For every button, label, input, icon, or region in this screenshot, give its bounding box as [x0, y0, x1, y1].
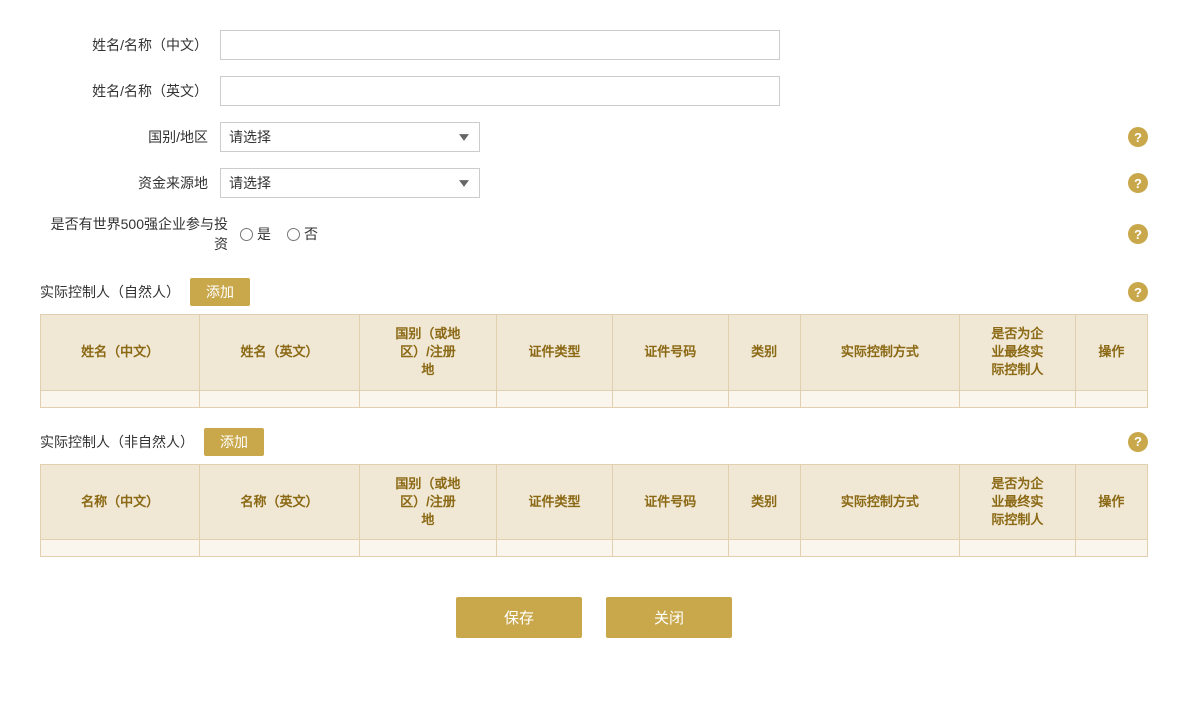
- natural-person-help-icon[interactable]: ?: [1128, 282, 1148, 302]
- natural-person-add-button[interactable]: 添加: [190, 278, 250, 306]
- natural-person-table-header-row: 姓名（中文） 姓名（英文） 国别（或地区）/注册地 证件类型 证件号码 类别 实…: [41, 315, 1148, 391]
- nnp-col-name-en: 名称（英文）: [200, 464, 359, 540]
- funds-row: 资金来源地 请选择 ?: [40, 168, 1148, 198]
- name-cn-input[interactable]: [220, 30, 780, 60]
- nnp-col-is-ultimate: 是否为企业最终实际控制人: [960, 464, 1076, 540]
- nnp-col-cert-type: 证件类型: [497, 464, 613, 540]
- non-natural-person-title: 实际控制人（非自然人）: [40, 432, 194, 452]
- world500-content: 是否有世界500强企业参与投资 是 否: [40, 214, 318, 254]
- nnp-col-cert-no: 证件号码: [612, 464, 728, 540]
- np-empty-4: [497, 390, 613, 407]
- name-en-content: 姓名/名称（英文）: [40, 76, 780, 106]
- nnp-col-category: 类别: [728, 464, 800, 540]
- np-empty-1: [41, 390, 200, 407]
- main-form: 姓名/名称（中文） 姓名/名称（英文） 国别/地区 请选择 ? 资金来源地 请选…: [40, 30, 1148, 254]
- np-col-country: 国别（或地区）/注册地: [359, 315, 497, 391]
- funds-help-icon[interactable]: ?: [1128, 173, 1148, 193]
- name-en-input[interactable]: [220, 76, 780, 106]
- non-natural-person-table: 名称（中文） 名称（英文） 国别（或地区）/注册地 证件类型 证件号码 类别 实…: [40, 464, 1148, 558]
- nnp-empty-4: [497, 540, 613, 557]
- non-natural-person-header: 实际控制人（非自然人） 添加 ?: [40, 428, 1148, 456]
- country-select[interactable]: 请选择: [220, 122, 480, 152]
- nnp-empty-1: [41, 540, 200, 557]
- nnp-col-country: 国别（或地区）/注册地: [359, 464, 497, 540]
- close-button[interactable]: 关闭: [606, 597, 732, 638]
- world500-radio-group: 是 否: [240, 224, 318, 244]
- natural-person-header-left: 实际控制人（自然人） 添加: [40, 278, 250, 306]
- natural-person-header: 实际控制人（自然人） 添加 ?: [40, 278, 1148, 306]
- name-cn-content: 姓名/名称（中文）: [40, 30, 780, 60]
- nnp-empty-7: [800, 540, 959, 557]
- world500-yes-label: 是: [257, 224, 271, 244]
- np-col-cert-type: 证件类型: [497, 315, 613, 391]
- world500-no-radio-label[interactable]: 否: [287, 224, 318, 244]
- np-empty-5: [612, 390, 728, 407]
- world500-yes-radio-label[interactable]: 是: [240, 224, 271, 244]
- nnp-col-control-method: 实际控制方式: [800, 464, 959, 540]
- np-col-name-cn: 姓名（中文）: [41, 315, 200, 391]
- nnp-empty-6: [728, 540, 800, 557]
- world500-no-radio[interactable]: [287, 228, 300, 241]
- np-col-is-ultimate: 是否为企业最终实际控制人: [960, 315, 1076, 391]
- funds-content: 资金来源地 请选择: [40, 168, 480, 198]
- non-natural-person-section: 实际控制人（非自然人） 添加 ? 名称（中文） 名称（英文） 国别（或地区）/注…: [40, 428, 1148, 558]
- world500-label: 是否有世界500强企业参与投资: [40, 214, 240, 254]
- non-natural-person-header-left: 实际控制人（非自然人） 添加: [40, 428, 264, 456]
- world500-row: 是否有世界500强企业参与投资 是 否 ?: [40, 214, 1148, 254]
- np-empty-9: [1075, 390, 1147, 407]
- nnp-col-name-cn: 名称（中文）: [41, 464, 200, 540]
- world500-no-label: 否: [304, 224, 318, 244]
- name-cn-row: 姓名/名称（中文）: [40, 30, 1148, 60]
- np-empty-7: [800, 390, 959, 407]
- save-button[interactable]: 保存: [456, 597, 582, 638]
- np-col-cert-no: 证件号码: [612, 315, 728, 391]
- name-cn-label: 姓名/名称（中文）: [40, 35, 220, 55]
- np-empty-8: [960, 390, 1076, 407]
- np-empty-2: [200, 390, 359, 407]
- world500-yes-radio[interactable]: [240, 228, 253, 241]
- country-label: 国别/地区: [40, 127, 220, 147]
- natural-person-empty-row: [41, 390, 1148, 407]
- natural-person-table: 姓名（中文） 姓名（英文） 国别（或地区）/注册地 证件类型 证件号码 类别 实…: [40, 314, 1148, 408]
- np-empty-3: [359, 390, 497, 407]
- name-en-row: 姓名/名称（英文）: [40, 76, 1148, 106]
- nnp-col-action: 操作: [1075, 464, 1147, 540]
- np-col-name-en: 姓名（英文）: [200, 315, 359, 391]
- footer-buttons: 保存 关闭: [40, 597, 1148, 658]
- non-natural-person-help-icon[interactable]: ?: [1128, 432, 1148, 452]
- natural-person-title: 实际控制人（自然人）: [40, 282, 180, 302]
- nnp-empty-3: [359, 540, 497, 557]
- np-col-action: 操作: [1075, 315, 1147, 391]
- np-col-control-method: 实际控制方式: [800, 315, 959, 391]
- name-en-label: 姓名/名称（英文）: [40, 81, 220, 101]
- nnp-empty-9: [1075, 540, 1147, 557]
- nnp-empty-2: [200, 540, 359, 557]
- funds-select[interactable]: 请选择: [220, 168, 480, 198]
- world500-help-icon[interactable]: ?: [1128, 224, 1148, 244]
- funds-label: 资金来源地: [40, 173, 220, 193]
- country-content: 国别/地区 请选择: [40, 122, 480, 152]
- country-help-icon[interactable]: ?: [1128, 127, 1148, 147]
- non-natural-person-table-header-row: 名称（中文） 名称（英文） 国别（或地区）/注册地 证件类型 证件号码 类别 实…: [41, 464, 1148, 540]
- non-natural-person-empty-row: [41, 540, 1148, 557]
- non-natural-person-add-button[interactable]: 添加: [204, 428, 264, 456]
- nnp-empty-8: [960, 540, 1076, 557]
- natural-person-section: 实际控制人（自然人） 添加 ? 姓名（中文） 姓名（英文） 国别（或地区）/注册…: [40, 278, 1148, 408]
- np-col-category: 类别: [728, 315, 800, 391]
- country-row: 国别/地区 请选择 ?: [40, 122, 1148, 152]
- np-empty-6: [728, 390, 800, 407]
- nnp-empty-5: [612, 540, 728, 557]
